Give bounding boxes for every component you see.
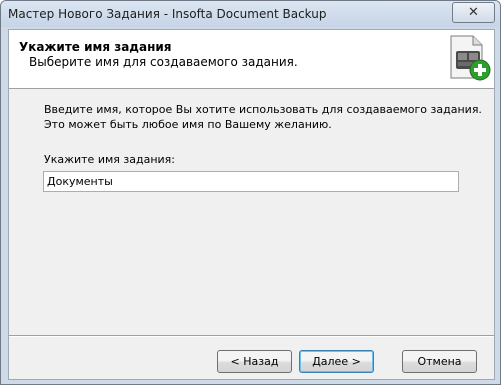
back-button[interactable]: < Назад [217,350,292,373]
cancel-button[interactable]: Отмена [402,350,477,373]
close-icon: ✕ [468,5,479,20]
instruction-line-2: Это может быть любое имя по Вашему желан… [44,118,332,131]
wizard-page: Укажите имя задания Выберите имя для соз… [8,29,495,380]
page-title: Укажите имя задания [19,40,172,54]
footer-divider [9,335,494,337]
instructions: Введите имя, которое Вы хотите использов… [44,102,482,132]
task-name-label: Укажите имя задания: [44,153,175,166]
next-button[interactable]: Далее > [299,350,374,373]
wizard-window: Мастер Нового Задания - Insofta Document… [0,0,501,385]
window-title: Мастер Нового Задания - Insofta Document… [8,7,327,21]
page-subtitle: Выберите имя для создаваемого задания. [29,55,298,69]
document-add-icon [450,35,491,81]
wizard-header: Укажите имя задания Выберите имя для соз… [9,30,494,89]
title-bar[interactable]: Мастер Нового Задания - Insofta Document… [1,1,500,27]
close-button[interactable]: ✕ [452,2,495,23]
task-name-input[interactable] [43,171,459,192]
instruction-line-1: Введите имя, которое Вы хотите использов… [44,103,482,116]
